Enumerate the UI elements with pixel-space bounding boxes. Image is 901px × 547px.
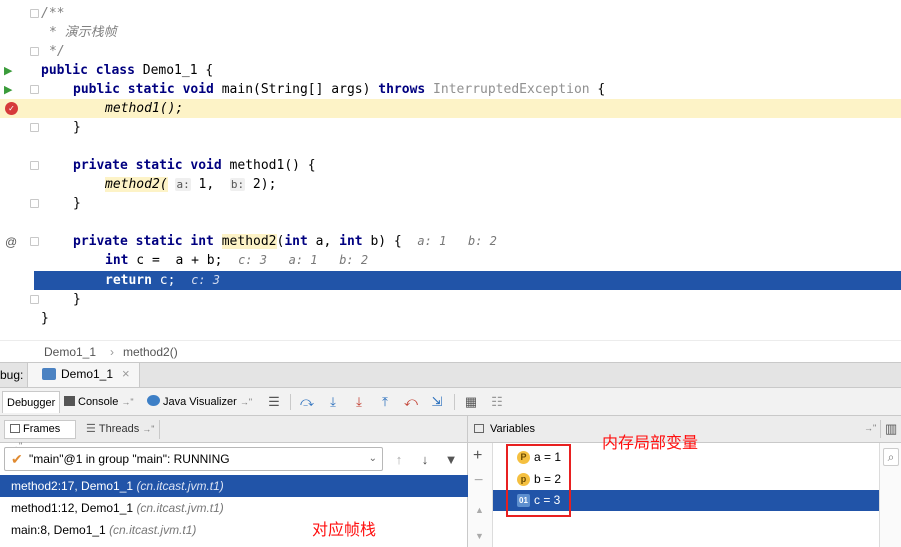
debug-toolbar: Debugger Console →" Java Visualizer →" ☰… — [0, 388, 901, 416]
code-line-3: */ — [49, 44, 65, 59]
java-class-icon — [42, 368, 56, 380]
current-execution-line: return c; c: 3 — [34, 271, 901, 290]
layout-icon[interactable]: ▥ — [885, 421, 897, 437]
step-over-icon[interactable]: ⤼ — [298, 393, 316, 411]
arrow-up-icon[interactable]: ↑ — [390, 451, 408, 469]
code-line-5: public static void main(String[] args) t… — [73, 82, 606, 97]
code-line-14: int c = a + b; c: 3 a: 1 b: 2 — [105, 253, 369, 268]
code-line-1: /** — [41, 6, 65, 21]
filter-icon[interactable]: ▼ — [442, 451, 460, 469]
pin-icon[interactable]: →" — [864, 423, 876, 433]
code-line-6: method1(); — [0, 99, 901, 118]
code-line-9: private static void method1() { — [73, 158, 316, 173]
code-line-13: private static int method2(int a, int b)… — [73, 234, 497, 249]
chevron-down-icon: ⌄ — [368, 453, 377, 464]
threads-icon: ☰ — [86, 423, 96, 435]
frame-row[interactable]: method1:12, Demo1_1 (cn.itcast.jvm.t1) — [0, 497, 468, 519]
breakpoint-icon[interactable]: ✓ — [5, 102, 18, 115]
frames-panel: Frames →" ☰ Threads →" ✔ "main"@1 in grou… — [0, 416, 468, 547]
breadcrumb: Demo1_1 › method2() — [0, 340, 901, 362]
arrow-down-icon[interactable]: ↓ — [416, 451, 434, 469]
fold-marker[interactable] — [30, 9, 39, 18]
breadcrumb-class[interactable]: Demo1_1 — [44, 341, 96, 363]
divider — [454, 394, 455, 410]
pin-icon: →" — [142, 424, 155, 434]
debug-session-tab[interactable]: Demo1_1 × — [27, 363, 140, 387]
breadcrumb-separator: › — [110, 345, 114, 359]
step-into-icon[interactable]: ⤓ — [324, 393, 342, 411]
divider — [290, 394, 291, 410]
frames-icon — [10, 424, 20, 433]
tab-frames[interactable]: Frames →" — [4, 420, 76, 451]
debug-label: bug: — [0, 368, 24, 382]
evaluate-expression-icon[interactable]: ▦ — [462, 393, 480, 411]
thread-selector[interactable]: ✔ "main"@1 in group "main": RUNNING ⌄ — [4, 447, 383, 471]
code-line-10: method2( a: 1, b: 2); — [105, 177, 277, 192]
drop-frame-icon[interactable]: ⤺ — [402, 393, 420, 411]
inline-debug-values: c: 3 — [191, 273, 221, 287]
tab-java-visualizer[interactable]: Java Visualizer →" — [143, 391, 256, 413]
frame-row[interactable]: method2:17, Demo1_1 (cn.itcast.jvm.t1) — [0, 475, 468, 497]
variables-title: Variables — [490, 423, 536, 435]
fold-marker[interactable] — [30, 47, 39, 56]
tab-threads[interactable]: ☰ Threads →" — [80, 420, 160, 439]
fold-marker[interactable] — [30, 237, 39, 246]
search-icon[interactable]: ⌕ — [883, 448, 899, 466]
force-step-into-icon[interactable]: ⤓ — [350, 393, 368, 411]
divider — [880, 420, 881, 438]
variables-right-strip: ⌕ — [879, 443, 901, 547]
step-out-icon[interactable]: ⤒ — [376, 393, 394, 411]
checkmark-icon: ✔ — [11, 451, 23, 467]
variables-icon — [474, 424, 484, 433]
console-icon — [64, 396, 75, 406]
menu-icon[interactable]: ☰ — [265, 393, 283, 411]
code-line-4: public class Demo1_1 { — [41, 63, 214, 78]
code-line-2: * 演示栈帧 — [49, 25, 117, 40]
code-line-17: } — [41, 311, 49, 326]
breadcrumb-method[interactable]: method2() — [123, 341, 178, 363]
param-hint: b: — [229, 178, 246, 191]
frames-annotation-text: 对应帧栈 — [312, 522, 377, 539]
code-editor[interactable]: /** * 演示栈帧 */ ▶ public class Demo1_1 { ▶… — [0, 0, 901, 340]
code-line-7: } — [73, 120, 81, 135]
fold-marker[interactable] — [30, 161, 39, 170]
remove-watch-icon[interactable]: − — [474, 472, 483, 490]
pin-icon: →" — [121, 397, 134, 407]
move-up-icon[interactable]: ▲ — [475, 505, 484, 515]
pin-icon: →" — [239, 397, 253, 407]
run-to-cursor-icon[interactable]: ⇲ — [428, 393, 446, 411]
param-hint: a: — [175, 178, 191, 191]
tab-debugger[interactable]: Debugger — [2, 391, 61, 413]
variables-annotation-box — [506, 444, 571, 517]
variables-side-toolbar: + − ▲ ▼ — [468, 443, 493, 547]
close-icon[interactable]: × — [122, 366, 130, 381]
fold-marker[interactable] — [30, 295, 39, 304]
frames-header: Frames →" ☰ Threads →" — [0, 416, 467, 451]
trace-icon[interactable]: ☷ — [488, 393, 506, 411]
inline-debug-values: a: 1 b: 2 — [417, 234, 497, 248]
visualizer-icon — [147, 395, 160, 406]
fold-marker[interactable] — [30, 199, 39, 208]
code-line-11: } — [73, 196, 81, 211]
fold-marker[interactable] — [30, 85, 39, 94]
move-down-icon[interactable]: ▼ — [475, 531, 484, 541]
inline-debug-values: c: 3 a: 1 b: 2 — [238, 253, 369, 267]
variables-annotation-text: 内存局部变量 — [602, 435, 699, 452]
tab-console[interactable]: Console →" — [60, 391, 138, 413]
fold-marker[interactable] — [30, 123, 39, 132]
debug-window-header: bug: Demo1_1 × — [0, 362, 901, 388]
code-line-16: } — [73, 292, 81, 307]
frame-row[interactable]: main:8, Demo1_1 (cn.itcast.jvm.t1) — [0, 519, 468, 541]
add-watch-icon[interactable]: + — [473, 447, 482, 465]
